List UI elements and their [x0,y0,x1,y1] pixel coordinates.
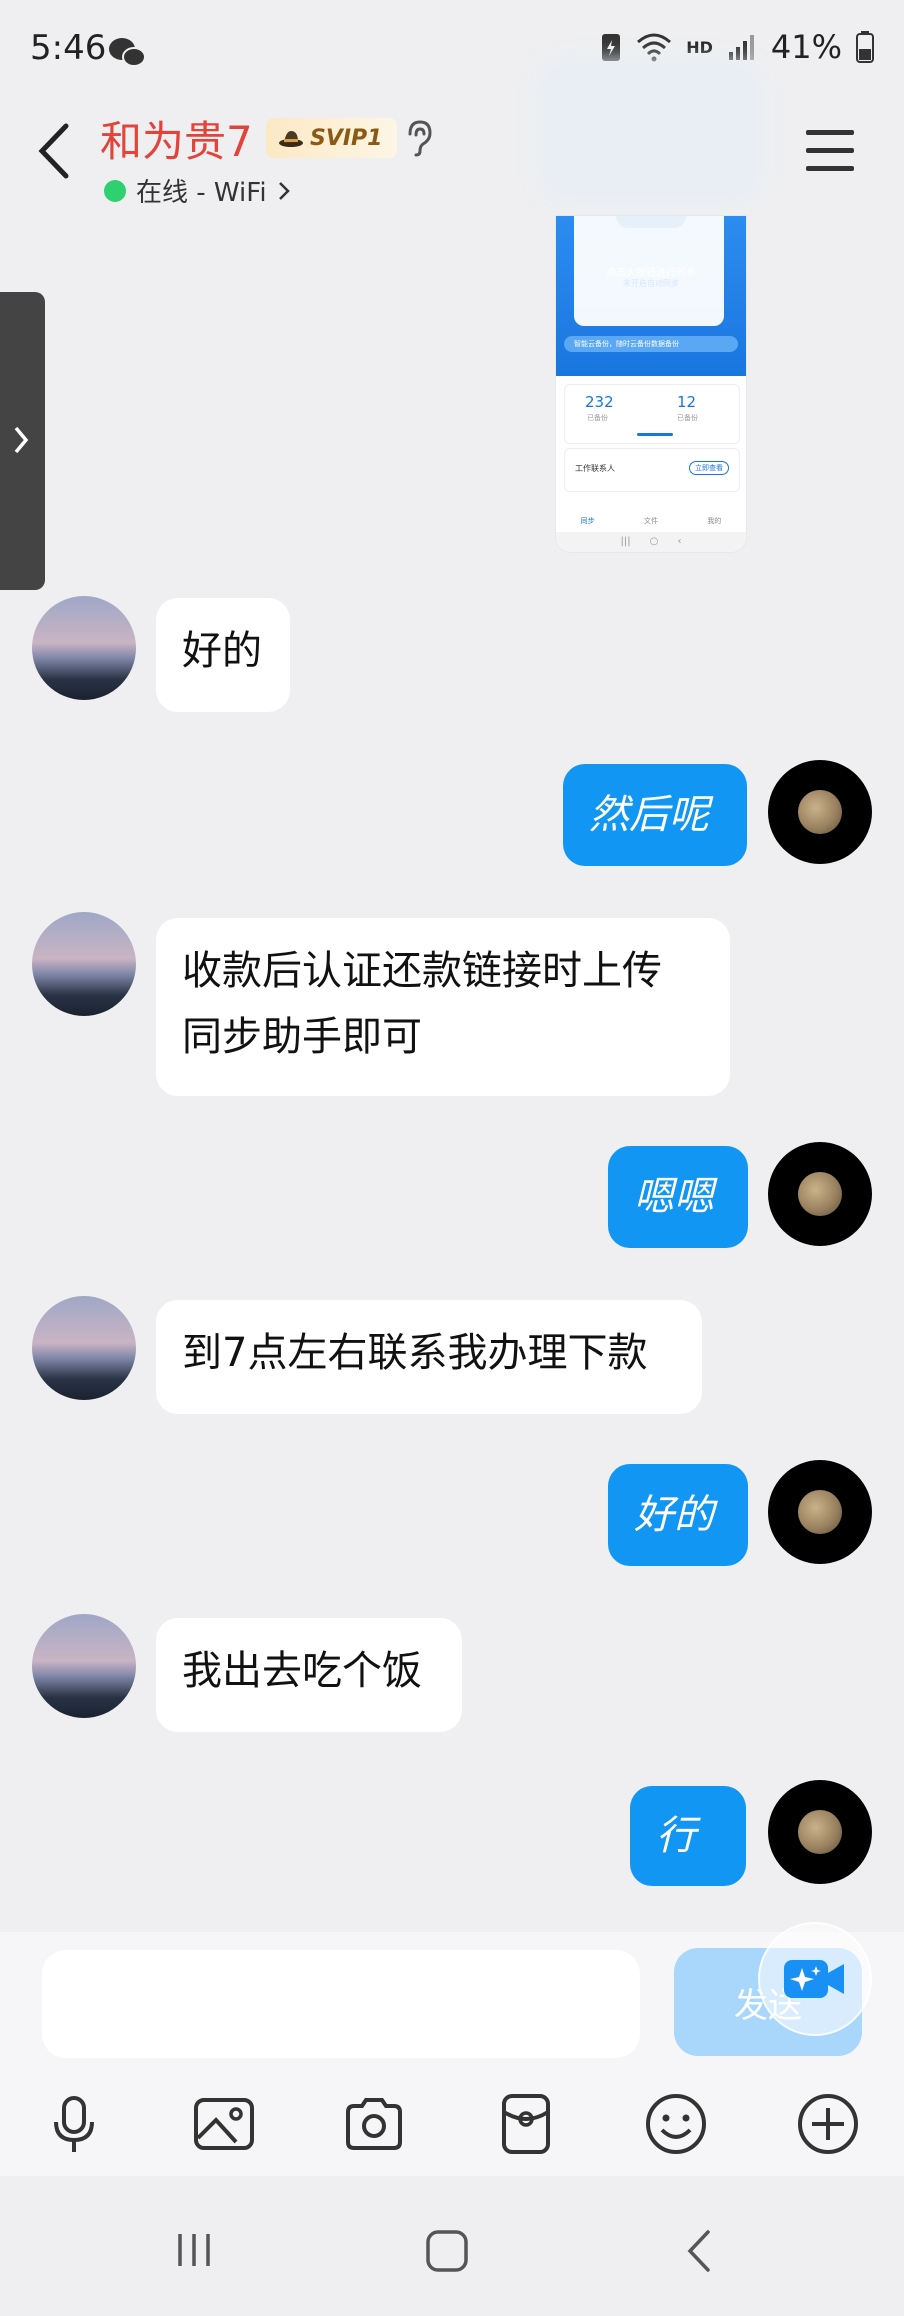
screenshot-notice: 智能云备份，随时云备份数据备份 [564,336,738,352]
message-bubble[interactable]: 好的 [156,598,290,712]
composer-toolbar [0,2072,904,2176]
microphone-icon[interactable] [42,2092,106,2156]
presence-label: 在线 - WiFi [136,178,267,208]
message-text: 好的 [182,628,262,674]
svip-badge[interactable]: SVIP1 [266,118,397,158]
screenshot-nav2: 文件 [643,517,658,525]
plus-icon[interactable] [796,2092,860,2156]
my-avatar[interactable] [768,1780,872,1884]
screenshot-contacts: 工作联系人 立即查看 [564,448,740,492]
screenshot-nav3: 我的 [707,517,722,525]
message-bubble[interactable]: 我出去吃个饭 [156,1618,462,1732]
wechat-icon [109,38,146,67]
video-call-button[interactable] [758,1922,872,2036]
image-icon[interactable] [192,2092,256,2156]
nav-back-icon[interactable] [682,2226,716,2276]
chevron-right-icon [278,181,290,200]
signal-icon [728,35,754,60]
message-bubble[interactable]: 然后呢 [563,764,747,866]
message-text: 好的 [634,1492,714,1538]
screenshot-contacts-btn: 立即查看 [689,461,729,475]
video-sparkle-icon [784,1960,844,1998]
screenshot-stat2: 12 [677,393,697,411]
message-bubble[interactable]: 收款后认证还款链接时上传 同步助手即可 [156,918,730,1096]
message-bubble[interactable]: 行 [630,1786,746,1886]
online-dot-icon [104,179,126,202]
battery-icon [856,31,874,63]
shared-screenshot-image[interactable]: 点击大按钮进行同步 未开启自动同步 智能云备份，随时云备份数据备份 232 已备… [556,216,746,552]
red-packet-icon[interactable] [494,2092,558,2156]
message-text: 然后呢 [589,792,709,838]
wifi-icon [637,33,672,62]
contact-name[interactable]: 和为贵7 [100,108,253,169]
message-bubble[interactable]: 好的 [608,1464,748,1566]
screenshot-stats: 232 已备份 12 已备份 [564,384,740,444]
side-drawer-handle[interactable] [0,292,45,590]
home-icon[interactable] [424,2228,470,2274]
message-text: 到7点左右联系我办理下款 [182,1330,648,1376]
my-avatar[interactable] [768,1460,872,1564]
hat-icon [279,131,303,147]
screenshot-stat1-label: 已备份 [587,414,608,422]
message-text-line2: 同步助手即可 [182,1014,422,1060]
status-time: 5:46 [30,28,107,68]
message-bubble[interactable]: 嗯嗯 [608,1146,748,1248]
svip-label: SVIP1 [310,125,383,151]
ear-icon[interactable] [404,118,434,158]
blurred-region [540,60,760,200]
presence-status[interactable]: 在线 - WiFi [104,172,291,209]
screenshot-navbar: ||| ○ ‹ [556,532,746,552]
battery-saver-icon [602,34,621,61]
screenshot-tabbar: 同步 文件 我的 [556,502,746,528]
emoji-icon[interactable] [644,2092,708,2156]
screenshot-line2: 未开启自动同步 [623,279,679,288]
message-text: 我出去吃个饭 [182,1648,422,1694]
screenshot-stat2-label: 已备份 [677,414,698,422]
moon-avatar-image [798,1490,842,1534]
menu-button[interactable] [806,130,854,172]
moon-avatar-image [798,1172,842,1216]
camera-icon[interactable] [342,2092,406,2156]
network-label: HD [686,37,713,57]
my-avatar[interactable] [768,1142,872,1246]
message-bubble[interactable]: 到7点左右联系我办理下款 [156,1300,702,1414]
battery-percent: 41% [770,28,842,66]
status-bar: 5:46 HD 41% [0,0,904,100]
recent-apps-icon[interactable] [172,2228,216,2272]
contact-avatar[interactable] [32,1296,136,1400]
contact-avatar[interactable] [32,596,136,700]
back-arrow-icon[interactable] [30,118,80,184]
moon-avatar-image [798,1810,842,1854]
chevron-right-icon [14,426,29,454]
contact-avatar[interactable] [32,912,136,1016]
my-avatar[interactable] [768,760,872,864]
screenshot-stat1: 232 [585,393,614,411]
moon-avatar-image [798,790,842,834]
message-text: 行 [656,1813,696,1859]
screenshot-nav1: 同步 [580,517,595,525]
contact-avatar[interactable] [32,1614,136,1718]
message-text: 嗯嗯 [634,1174,714,1220]
message-text-line1: 收款后认证还款链接时上传 [182,948,662,994]
message-input[interactable] [42,1950,640,2058]
screenshot-contacts-label: 工作联系人 [575,464,615,473]
screenshot-line1: 点击大按钮进行同步 [606,268,696,279]
screenshot-blue-panel: 点击大按钮进行同步 未开启自动同步 智能云备份，随时云备份数据备份 [556,216,746,376]
